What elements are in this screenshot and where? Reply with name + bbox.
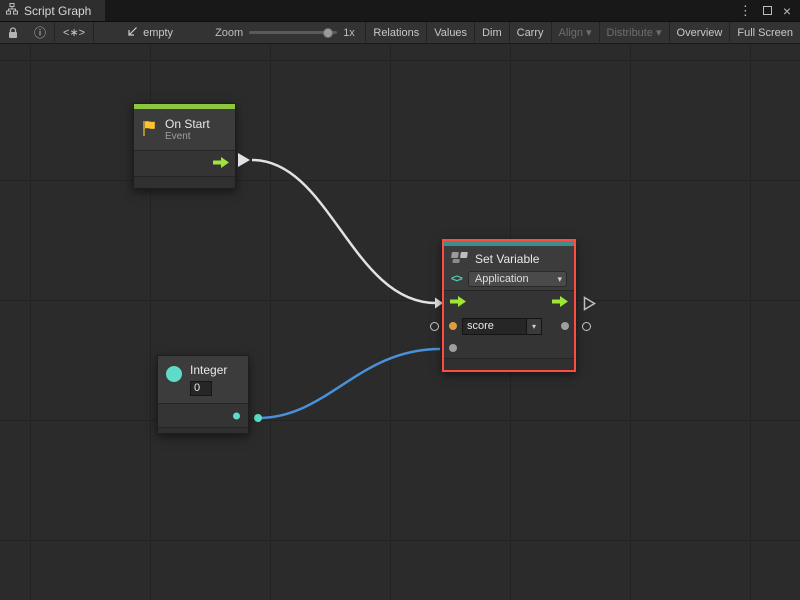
integer-port-row [158, 403, 248, 427]
value-input-port[interactable] [449, 344, 457, 352]
value-edge[interactable] [258, 349, 440, 418]
edge-layer [0, 44, 800, 600]
tab-script-graph[interactable]: Script Graph [0, 0, 105, 21]
button-label: Values [434, 27, 467, 39]
menu-kebab-icon[interactable]: ⋮ [739, 4, 752, 17]
flag-icon [142, 120, 157, 140]
flow-edge[interactable] [252, 160, 436, 303]
node-title: Set Variable [475, 252, 539, 266]
variables-icon [451, 251, 469, 267]
zoom-slider[interactable] [249, 22, 337, 44]
node-footer [444, 358, 574, 370]
set-variable-header[interactable]: Set Variable <> Application ▾ [444, 246, 574, 290]
values-button[interactable]: Values [427, 22, 474, 44]
variable-name-value[interactable]: score [463, 319, 526, 334]
selection-status-label: empty [143, 27, 173, 39]
maximize-icon[interactable] [763, 6, 772, 15]
set-variable-scope-row: <> Application ▾ [451, 271, 567, 287]
variable-name-combo[interactable]: score ▾ [462, 318, 542, 335]
carry-button[interactable]: Carry [510, 22, 551, 44]
button-label: Full Screen [737, 27, 793, 39]
chevron-down-icon: ▾ [586, 26, 592, 39]
window-controls: ⋮ × [739, 0, 800, 21]
value-edge-endpoint[interactable] [254, 414, 262, 422]
scope-dropdown[interactable]: Application ▾ [468, 271, 567, 287]
align-button[interactable]: Align ▾ [552, 22, 599, 44]
chevron-down-icon: ▾ [656, 26, 662, 39]
unity-window: Script Graph ⋮ × ⓘ <∗> empty Zoom [0, 0, 800, 600]
flow-output-port[interactable] [552, 296, 568, 310]
integer-value-field[interactable]: 0 [190, 381, 212, 396]
fullscreen-button[interactable]: Full Screen [730, 22, 800, 44]
script-graph-icon [6, 3, 18, 18]
on-start-header[interactable]: On Start Event [134, 109, 235, 150]
button-label: Align [559, 27, 583, 39]
integer-output-port[interactable] [233, 412, 240, 419]
toolbar-separator [93, 22, 94, 44]
node-title: On Start [165, 117, 210, 131]
integer-header[interactable]: Integer 0 [158, 356, 248, 403]
button-label: Dim [482, 27, 502, 39]
graph-canvas[interactable]: On Start Event [0, 44, 800, 600]
tab-title: Script Graph [24, 4, 91, 18]
set-variable-node[interactable]: Set Variable <> Application ▾ [442, 239, 576, 372]
button-label: Relations [373, 27, 419, 39]
selection-status: empty [118, 25, 181, 40]
button-label: Distribute [607, 27, 653, 39]
flow-output-port[interactable] [213, 157, 229, 171]
dim-button[interactable]: Dim [475, 22, 509, 44]
scope-dropdown-value: Application [475, 273, 529, 285]
code-brackets-icon: <> [451, 273, 462, 285]
node-subtitle: Event [165, 131, 210, 143]
on-start-node[interactable]: On Start Event [133, 103, 236, 189]
toolbar-right-group: Relations Values Dim Carry Align ▾ Distr… [365, 22, 800, 44]
node-footer [134, 176, 235, 188]
overview-button[interactable]: Overview [670, 22, 730, 44]
value-input-row [444, 338, 574, 358]
flow-port-row [444, 290, 574, 314]
node-footer [158, 427, 248, 433]
variable-name-dropdown[interactable]: ▾ [526, 319, 541, 334]
integer-node[interactable]: Integer 0 [157, 355, 249, 434]
chevron-down-icon: ▾ [557, 274, 562, 285]
variable-name-row: score ▾ [444, 314, 574, 338]
zoom-label: Zoom [215, 27, 243, 39]
integer-labels: Integer 0 [190, 363, 227, 396]
node-title: Integer [190, 363, 227, 377]
zoom-value: 1x [343, 27, 355, 39]
relations-button[interactable]: Relations [366, 22, 426, 44]
info-icon[interactable]: ⓘ [26, 24, 54, 41]
graph-toolbar: ⓘ <∗> empty Zoom 1x Relations Values [0, 22, 800, 44]
on-start-port-row [134, 150, 235, 176]
value-output-port[interactable] [561, 322, 569, 330]
zoom-slider-handle[interactable] [323, 28, 333, 38]
distribute-button[interactable]: Distribute ▾ [600, 22, 669, 44]
code-icon[interactable]: <∗> [55, 26, 93, 39]
set-variable-title-row: Set Variable [451, 251, 567, 267]
titlebar: Script Graph ⋮ × [0, 0, 800, 22]
button-label: Carry [517, 27, 544, 39]
name-port-hollow-circle[interactable] [430, 322, 439, 331]
button-label: Overview [677, 27, 723, 39]
integer-icon [166, 366, 182, 382]
flow-input-port[interactable] [450, 296, 466, 310]
output-port-hollow-circle[interactable] [582, 322, 591, 331]
flow-connection-start-triangle[interactable] [238, 153, 250, 167]
on-start-labels: On Start Event [165, 117, 210, 143]
name-input-port[interactable] [449, 322, 457, 330]
lock-icon[interactable] [0, 27, 26, 39]
pointer-icon [126, 25, 138, 40]
flow-output-hollow-triangle[interactable] [583, 296, 596, 316]
chevron-down-icon: ▾ [532, 322, 536, 331]
close-icon[interactable]: × [783, 4, 791, 18]
